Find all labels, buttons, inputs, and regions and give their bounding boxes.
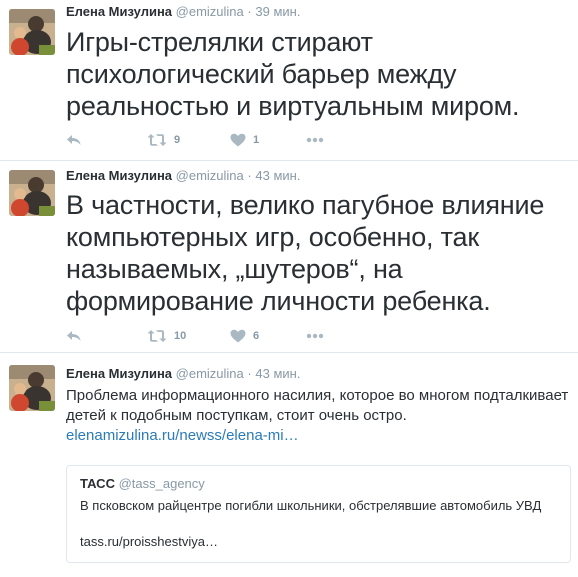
like-count: 1: [253, 134, 260, 146]
quote-user-handle[interactable]: @tass_agency: [119, 476, 205, 491]
tweet-actions: 9 1: [66, 131, 366, 149]
avatar[interactable]: [9, 9, 55, 55]
retweet-count: 9: [174, 134, 181, 146]
tweet-text: Игры-стрелялки стирают психологический б…: [66, 27, 520, 121]
user-handle[interactable]: @emizulina: [176, 366, 244, 381]
tweet-text: Проблема информационного насилия, которо…: [66, 386, 571, 446]
quote-user-name[interactable]: ТАСС: [80, 476, 115, 491]
user-handle[interactable]: @emizulina: [176, 4, 244, 19]
user-name[interactable]: Елена Мизулина: [66, 366, 172, 381]
retweet-icon: [147, 133, 167, 147]
user-handle[interactable]: @emizulina: [176, 168, 244, 183]
heart-icon: [230, 329, 246, 343]
separator-dot: ·: [247, 168, 252, 183]
like-count: 6: [253, 330, 260, 342]
user-name[interactable]: Елена Мизулина: [66, 4, 172, 19]
heart-icon: [230, 133, 246, 147]
quote-text: В псковском райцентре погибли школьники,…: [80, 498, 542, 513]
tweet-header: Елена Мизулина @emizulina · 39 мин.: [66, 2, 300, 22]
quoted-tweet[interactable]: ТАСС @tass_agency В псковском райцентре …: [66, 465, 571, 563]
quote-link[interactable]: tass.ru/proisshestviya…: [80, 533, 218, 551]
tweet-header: Елена Мизулина @emizulina · 43 мин.: [66, 166, 300, 186]
reply-icon: [66, 133, 82, 147]
avatar[interactable]: [9, 170, 55, 216]
tweet-link[interactable]: elenamizulina.ru/newss/elena-mi…: [66, 427, 299, 444]
tweet-body: Проблема информационного насилия, которо…: [66, 387, 569, 424]
retweet-button[interactable]: 9: [147, 131, 180, 149]
tweet-text: В частности, велико пагубное влияние ком…: [66, 190, 545, 316]
reply-button[interactable]: [66, 327, 82, 345]
timestamp[interactable]: 39 мин.: [255, 4, 300, 19]
retweet-button[interactable]: 10: [147, 327, 186, 345]
like-button[interactable]: 6: [230, 327, 259, 345]
more-button[interactable]: [306, 131, 324, 149]
reply-button[interactable]: [66, 131, 82, 149]
tweet-header: Елена Мизулина @emizulina · 43 мин.: [66, 364, 300, 384]
tweet-actions: 10 6: [66, 327, 366, 345]
timestamp[interactable]: 43 мин.: [255, 366, 300, 381]
quote-header: ТАСС @tass_agency: [80, 475, 205, 493]
separator-dot: ·: [247, 4, 252, 19]
retweet-icon: [147, 329, 167, 343]
more-icon: [306, 137, 324, 143]
like-button[interactable]: 1: [230, 131, 259, 149]
tweet-2[interactable]: Елена Мизулина @emizulina · 43 мин. В ча…: [0, 161, 578, 352]
avatar[interactable]: [9, 365, 55, 411]
more-button[interactable]: [306, 327, 324, 345]
tweet-1[interactable]: Елена Мизулина @emizulina · 39 мин. Игры…: [0, 0, 578, 160]
user-name[interactable]: Елена Мизулина: [66, 168, 172, 183]
tweet-3[interactable]: Елена Мизулина @emizulina · 43 мин. Проб…: [0, 353, 578, 577]
more-icon: [306, 333, 324, 339]
retweet-count: 10: [174, 330, 187, 342]
reply-icon: [66, 329, 82, 343]
timestamp[interactable]: 43 мин.: [255, 168, 300, 183]
separator-dot: ·: [247, 366, 252, 381]
